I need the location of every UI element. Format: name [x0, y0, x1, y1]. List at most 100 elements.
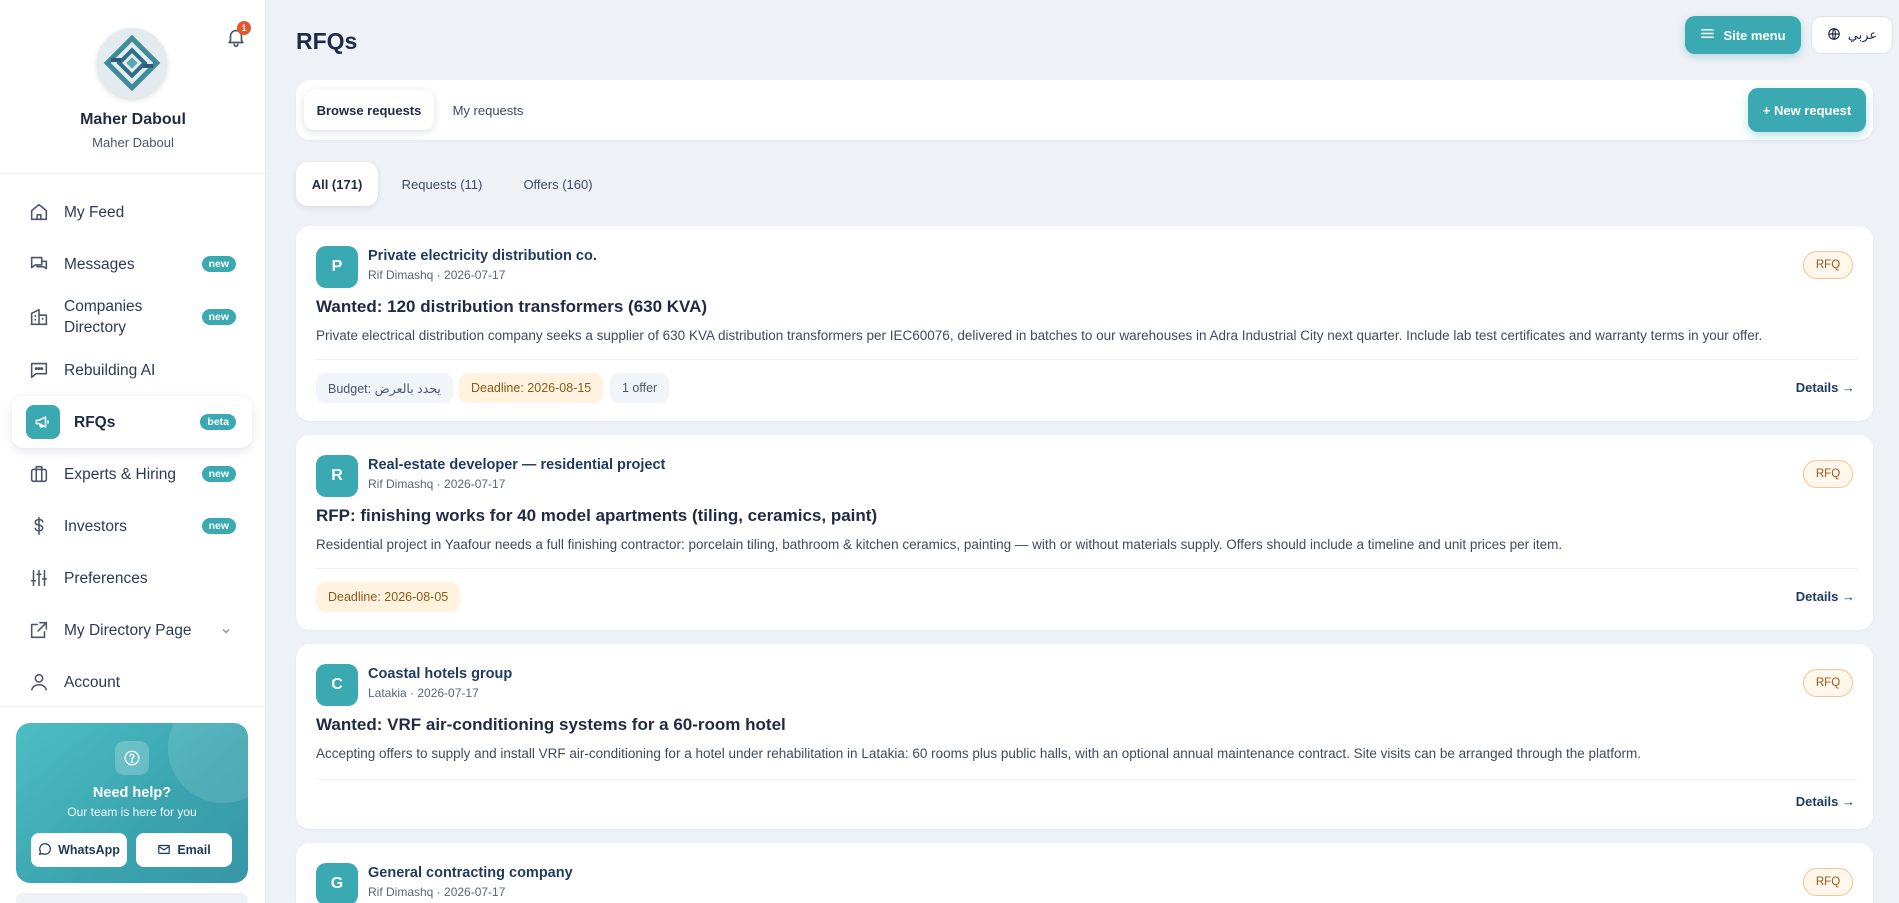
- new-badge: new: [201, 256, 236, 272]
- rfq-tag: RFQ: [1803, 868, 1853, 896]
- dollar-icon: [28, 515, 50, 537]
- card-description: Private electrical distribution company …: [316, 328, 1763, 343]
- sidebar-item-messages[interactable]: Messages new: [12, 238, 252, 290]
- sidebar-item-rfqs[interactable]: RFQs beta: [12, 396, 252, 448]
- deadline-pill: Deadline: 2026-08-05: [316, 582, 461, 612]
- sidebar-item-label: Messages: [64, 255, 135, 273]
- avatar[interactable]: [97, 28, 167, 98]
- new-request-button[interactable]: + New request: [1748, 88, 1866, 132]
- hamburger-icon: [1700, 26, 1715, 44]
- org-initial-avatar: R: [316, 455, 358, 497]
- org-name[interactable]: Private electricity distribution co.: [368, 248, 597, 264]
- offers-count-pill: 1 offer: [610, 373, 670, 403]
- help-title: Need help?: [92, 785, 172, 801]
- details-link[interactable]: Details →: [1796, 794, 1855, 809]
- card-meta: Rif Dimashq · 2026-07-17: [368, 268, 506, 282]
- rfq-card[interactable]: G General contracting company Rif Dimash…: [296, 843, 1873, 903]
- budget-pill: Budget: يحدد بالعرض: [316, 373, 453, 403]
- home-icon: [28, 201, 50, 223]
- card-meta: Rif Dimashq · 2026-07-17: [368, 477, 506, 491]
- card-meta: Rif Dimashq · 2026-07-17: [368, 885, 506, 899]
- filter-requests[interactable]: Requests (11): [392, 162, 492, 206]
- sidebar-item-label: RFQs: [74, 413, 116, 431]
- question-icon: [115, 741, 149, 775]
- sidebar-bottom-card: [16, 893, 248, 903]
- megaphone-icon: [26, 405, 60, 439]
- chevron-down-icon[interactable]: [220, 624, 232, 636]
- rfq-card[interactable]: C Coastal hotels group Latakia · 2026-07…: [296, 644, 1873, 829]
- sidebar-item-companies-directory[interactable]: Companies Directory new: [12, 290, 252, 344]
- sidebar-item-account[interactable]: Account: [12, 656, 252, 708]
- language-toggle-button[interactable]: عربي: [1811, 16, 1893, 54]
- org-name[interactable]: Coastal hotels group: [368, 666, 512, 682]
- card-divider: [316, 779, 1857, 780]
- filter-all[interactable]: All (171): [296, 162, 378, 206]
- whatsapp-icon: [38, 842, 52, 859]
- new-badge: new: [201, 518, 236, 534]
- ai-chat-icon: [28, 359, 50, 381]
- rfq-tag: RFQ: [1803, 460, 1853, 488]
- rfq-tag: RFQ: [1803, 669, 1853, 697]
- user-icon: [28, 671, 50, 693]
- email-button[interactable]: Email: [136, 833, 232, 867]
- card-title[interactable]: Wanted: VRF air-conditioning systems for…: [316, 715, 786, 735]
- card-divider: [316, 568, 1857, 569]
- sidebar-item-rebuilding-ai[interactable]: Rebuilding AI: [12, 344, 252, 396]
- rfq-card[interactable]: R Real-estate developer — residential pr…: [296, 435, 1873, 630]
- notification-badge: 1: [237, 21, 251, 35]
- building-icon: [28, 306, 50, 328]
- sidebar-item-label: Investors: [64, 517, 127, 535]
- sidebar-item-label: Account: [64, 673, 121, 691]
- filter-offers[interactable]: Offers (160): [510, 162, 606, 206]
- card-description: Accepting offers to supply and install V…: [316, 746, 1642, 761]
- org-name[interactable]: General contracting company: [368, 865, 573, 881]
- beta-badge: beta: [200, 414, 236, 430]
- new-badge: new: [201, 466, 236, 482]
- request-tabs-bar: Browse requests My requests + New reques…: [296, 80, 1873, 140]
- card-title[interactable]: RFP: finishing works for 40 model apartm…: [316, 506, 877, 526]
- details-link[interactable]: Details →: [1796, 589, 1855, 604]
- sidebar-item-investors[interactable]: Investors new: [12, 500, 252, 552]
- new-badge: new: [201, 309, 236, 325]
- tab-browse-requests[interactable]: Browse requests: [304, 90, 434, 130]
- card-title[interactable]: Wanted: 120 distribution transformers (6…: [316, 297, 707, 317]
- page-title: RFQs: [296, 28, 358, 54]
- sidebar-nav: My Feed Messages new Companies Directory…: [12, 186, 252, 708]
- email-label: Email: [177, 843, 211, 857]
- briefcase-icon: [28, 463, 50, 485]
- profile-subtitle: Maher Daboul: [92, 135, 174, 150]
- sidebar-divider: [0, 706, 266, 707]
- sidebar-item-my-feed[interactable]: My Feed: [12, 186, 252, 238]
- org-initial-avatar: G: [316, 863, 358, 903]
- sidebar-item-label: Rebuilding AI: [64, 361, 156, 379]
- deadline-pill: Deadline: 2026-08-15: [459, 373, 604, 403]
- sidebar-item-experts-hiring[interactable]: Experts & Hiring new: [12, 448, 252, 500]
- rfq-card[interactable]: P Private electricity distribution co. R…: [296, 226, 1873, 421]
- sidebar-item-label: My Feed: [64, 203, 125, 221]
- profile-name: Maher Daboul: [80, 111, 186, 128]
- sidebar-item-my-directory-page[interactable]: My Directory Page: [12, 604, 252, 656]
- whatsapp-button[interactable]: WhatsApp: [31, 833, 127, 867]
- sidebar-item-label: Experts & Hiring: [64, 465, 176, 483]
- help-subtitle: Our team is here for you: [67, 805, 197, 819]
- rfq-tag: RFQ: [1803, 251, 1853, 279]
- sliders-icon: [28, 567, 50, 589]
- profile-section: 1 Maher Daboul Maher Daboul: [0, 0, 265, 174]
- site-menu-button[interactable]: Site menu: [1685, 16, 1801, 54]
- details-link[interactable]: Details →: [1796, 380, 1855, 395]
- external-link-icon: [28, 619, 50, 641]
- sidebar-item-label: Companies Directory: [64, 298, 143, 336]
- tab-my-requests[interactable]: My requests: [438, 90, 538, 130]
- help-card: Need help? Our team is here for you What…: [16, 723, 248, 883]
- chat-icon: [28, 253, 50, 275]
- card-description: Residential project in Yaafour needs a f…: [316, 537, 1563, 552]
- org-initial-avatar: C: [316, 664, 358, 706]
- sidebar-item-label: Preferences: [64, 569, 148, 587]
- card-meta: Latakia · 2026-07-17: [368, 686, 479, 700]
- org-initial-avatar: P: [316, 246, 358, 288]
- sidebar: 1 Maher Daboul Maher Daboul My Feed Mess…: [0, 0, 266, 903]
- whatsapp-label: WhatsApp: [58, 843, 120, 857]
- sidebar-item-preferences[interactable]: Preferences: [12, 552, 252, 604]
- org-name[interactable]: Real-estate developer — residential proj…: [368, 457, 665, 473]
- globe-icon: [1827, 27, 1841, 44]
